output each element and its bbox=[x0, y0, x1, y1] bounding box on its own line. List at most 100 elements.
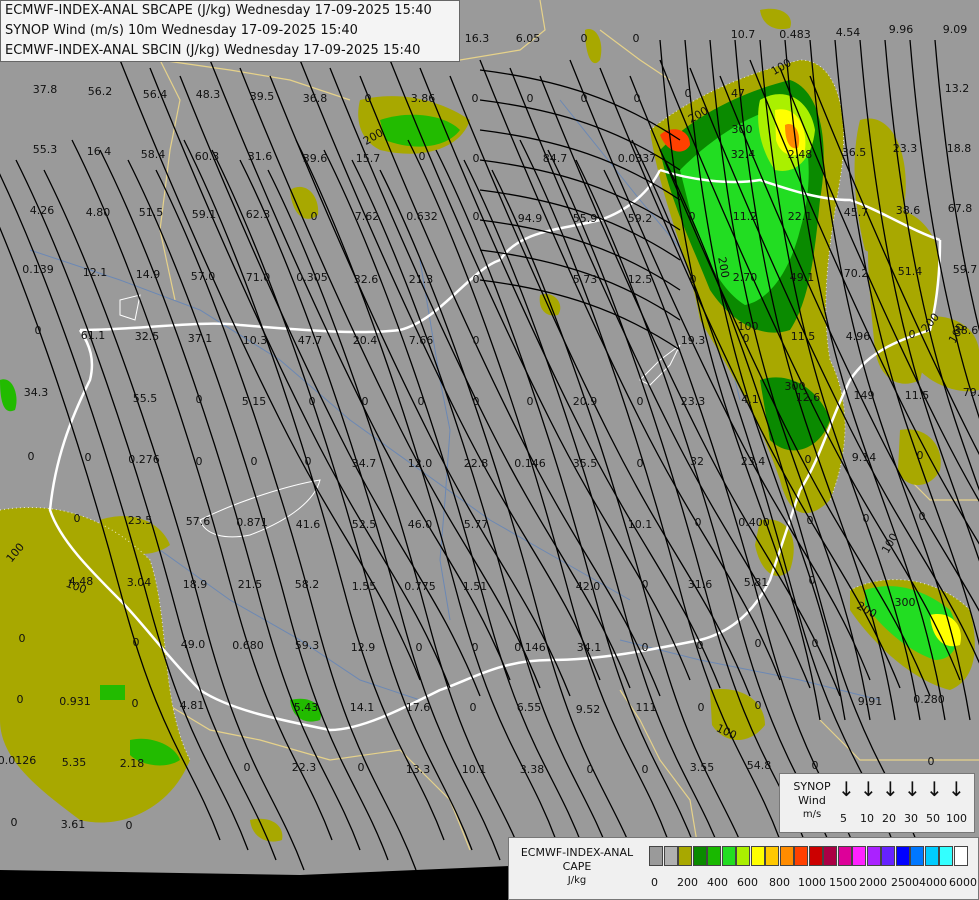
map-value-label: 56.2 bbox=[88, 85, 113, 98]
map-value-label: 23.5 bbox=[128, 514, 153, 527]
map-value-label: 11.5 bbox=[791, 330, 816, 343]
cape-legend-swatch bbox=[779, 846, 794, 866]
map-value-label: 58.4 bbox=[141, 148, 166, 161]
map-value-label: 0 bbox=[527, 395, 534, 408]
map-value-label: 18.9 bbox=[183, 578, 208, 591]
wind-arrow-icon: ↓ bbox=[838, 777, 855, 801]
map-value-label: 0 bbox=[807, 514, 814, 527]
map-value-label: 9.96 bbox=[889, 23, 914, 36]
map-value-label: 0 bbox=[642, 578, 649, 591]
cape-legend-tick: 6000 bbox=[949, 876, 977, 889]
map-value-label: 0.775 bbox=[404, 580, 436, 593]
map-value-label: 48.3 bbox=[196, 88, 221, 101]
contour-label: 300 bbox=[895, 596, 916, 609]
map-value-label: 0 bbox=[309, 395, 316, 408]
map-value-label: 45.7 bbox=[844, 206, 869, 219]
map-value-label: 62.3 bbox=[246, 208, 271, 221]
map-value-label: 0 bbox=[196, 393, 203, 406]
map-value-label: 39.5 bbox=[250, 90, 275, 103]
map-value-label: 1.55 bbox=[352, 580, 377, 593]
map-value-label: 0 bbox=[473, 152, 480, 165]
map-value-label: 0 bbox=[928, 755, 935, 768]
map-value-label: 0 bbox=[642, 763, 649, 776]
map-value-label: 0 bbox=[28, 450, 35, 463]
map-value-label: 60.3 bbox=[195, 150, 220, 163]
map-value-label: 55.5 bbox=[133, 392, 158, 405]
map-value-label: 34.7 bbox=[352, 457, 377, 470]
cape-legend-title-line: ECMWF-INDEX-ANAL bbox=[520, 846, 634, 859]
map-value-label: 1.51 bbox=[463, 580, 488, 593]
map-value-label: 0 bbox=[919, 510, 926, 523]
map-value-label: 32 bbox=[690, 455, 704, 468]
map-value-label: 47.7 bbox=[298, 334, 323, 347]
map-value-label: 0 bbox=[690, 273, 697, 286]
cape-legend-title: ECMWF-INDEX-ANAL CAPE J/kg bbox=[513, 846, 641, 888]
map-value-label: 12.1 bbox=[83, 266, 108, 279]
map-value-label: 22.8 bbox=[464, 457, 489, 470]
cape-legend-swatch bbox=[692, 846, 707, 866]
map-value-label: 0.680 bbox=[232, 639, 264, 652]
map-value-label: 36.8 bbox=[303, 92, 328, 105]
map-value-label: 0 bbox=[637, 457, 644, 470]
map-value-label: 0.305 bbox=[296, 271, 328, 284]
map-header: ECMWF-INDEX-ANAL SBCAPE (J/kg) Wednesday… bbox=[0, 0, 460, 62]
map-value-label: 0.0126 bbox=[0, 754, 36, 767]
map-value-label: 0 bbox=[85, 451, 92, 464]
map-value-label: 0.146 bbox=[514, 457, 546, 470]
map-value-label: 0.276 bbox=[128, 453, 160, 466]
map-value-label: 0 bbox=[581, 32, 588, 45]
map-value-label: 57.0 bbox=[191, 270, 216, 283]
map-value-label: 15.7 bbox=[356, 152, 381, 165]
map-value-label: 38.6 bbox=[896, 204, 921, 217]
map-value-label: 59.3 bbox=[295, 639, 320, 652]
map-value-label: 4.81 bbox=[180, 699, 205, 712]
map-value-label: 0 bbox=[17, 693, 24, 706]
synop-legend-value: 30 bbox=[904, 812, 918, 825]
map-value-label: 0 bbox=[11, 816, 18, 829]
map-value-label: 79.2 bbox=[963, 386, 979, 399]
synop-legend-value: 50 bbox=[926, 812, 940, 825]
map-value-label: 21.3 bbox=[409, 273, 434, 286]
map-value-label: 0.0337 bbox=[618, 152, 657, 165]
map-value-label: 9.91 bbox=[858, 695, 883, 708]
map-value-label: 49.0 bbox=[181, 638, 206, 651]
map-value-label: 23.4 bbox=[741, 455, 766, 468]
map-value-label: 0 bbox=[362, 395, 369, 408]
map-value-label: 6.55 bbox=[517, 701, 542, 714]
map-value-label: 54.8 bbox=[747, 759, 772, 772]
map-value-label: 22.3 bbox=[292, 761, 317, 774]
cape-legend-tick: 1000 bbox=[798, 876, 826, 889]
map-value-label: 0 bbox=[697, 639, 704, 652]
map-value-label: 0.632 bbox=[406, 210, 438, 223]
map-value-label: 35.5 bbox=[573, 457, 598, 470]
synop-wind-legend: SYNOP Wind m/s ↓ ↓ ↓ ↓ ↓ ↓ 5 10 20 30 50… bbox=[779, 773, 975, 833]
map-value-label: 21.5 bbox=[238, 578, 263, 591]
cape-legend-tick: 600 bbox=[737, 876, 758, 889]
map-value-label: 39.6 bbox=[303, 152, 328, 165]
map-value-label: 9.52 bbox=[576, 703, 601, 716]
map-value-label: 4.54 bbox=[836, 26, 861, 39]
map-value-label: 0.400 bbox=[738, 516, 770, 529]
map-value-label: 0 bbox=[755, 699, 762, 712]
map-value-label: 5.43 bbox=[294, 701, 319, 714]
map-value-label: 20.4 bbox=[353, 334, 378, 347]
map-value-label: 14.9 bbox=[136, 268, 161, 281]
map-value-label: 71.0 bbox=[246, 271, 271, 284]
header-cin-title: ECMWF-INDEX-ANAL SBCIN (J/kg) Wednesday … bbox=[5, 43, 421, 58]
map-value-label: 0 bbox=[126, 819, 133, 832]
map-value-label: 0 bbox=[311, 210, 318, 223]
map-value-label: 3.61 bbox=[61, 818, 86, 831]
map-value-label: 0 bbox=[472, 641, 479, 654]
cape-legend-swatch bbox=[808, 846, 823, 866]
map-value-label: 10.1 bbox=[462, 763, 487, 776]
map-value-label: 3.55 bbox=[690, 761, 715, 774]
cape-legend-swatch bbox=[881, 846, 895, 866]
map-value-label: 18.8 bbox=[947, 142, 972, 155]
map-value-label: 51.5 bbox=[139, 206, 164, 219]
map-value-label: 0 bbox=[685, 87, 692, 100]
map-value-label: 94.9 bbox=[518, 212, 543, 225]
cape-legend-swatch bbox=[663, 846, 678, 866]
map-value-label: 70.2 bbox=[844, 267, 869, 280]
map-value-label: 9.09 bbox=[943, 23, 968, 36]
map-value-label: 2.70 bbox=[733, 271, 758, 284]
